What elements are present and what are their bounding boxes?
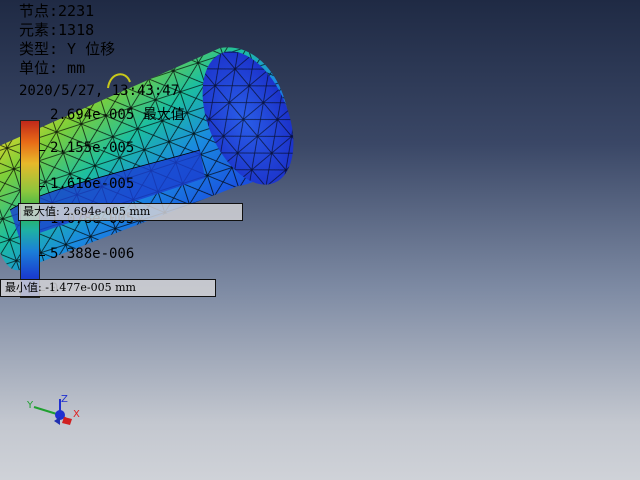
- legend-tick-2: 1.616e-005: [50, 176, 135, 192]
- legend-tick-1: 2.155e-005: [50, 140, 135, 156]
- z-axis-label: Z: [61, 394, 68, 405]
- result-info-panel: 节点:2231 元素:1318 类型: Y 位移 单位: mm: [19, 2, 115, 78]
- timestamp: 2020/5/27, 13:43:47: [19, 83, 180, 99]
- fea-result-viewport[interactable]: 节点:2231 元素:1318 类型: Y 位移 单位: mm 2020/5/2…: [0, 0, 640, 480]
- result-unit: 单位: mm: [19, 59, 86, 77]
- x-axis-label: X: [73, 409, 80, 420]
- element-count: 元素:1318: [19, 21, 95, 39]
- legend-tick-4: 5.388e-006: [50, 246, 135, 262]
- node-count: 节点:2231: [19, 2, 95, 20]
- legend-max-label: 2.694e-005 最大值: [50, 107, 185, 123]
- min-value-tag[interactable]: 最小值: -1.477e-005 mm: [0, 279, 216, 297]
- y-axis-label: Y: [27, 400, 34, 411]
- result-type: 类型: Y 位移: [19, 40, 116, 58]
- max-value-tag[interactable]: 最大值: 2.694e-005 mm: [18, 203, 243, 221]
